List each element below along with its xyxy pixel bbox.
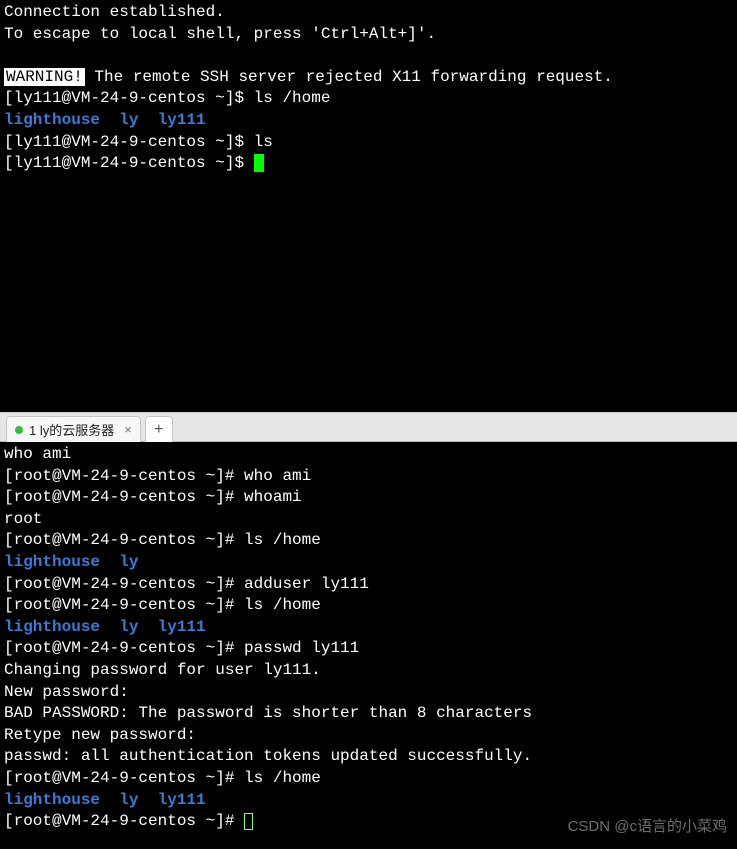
tab-server-1[interactable]: 1 ly的云服务器 × (6, 416, 141, 442)
terminal-line: lighthouse ly ly111 (4, 617, 733, 639)
terminal-line: lighthouse ly ly111 (4, 110, 733, 132)
terminal-text: [root@VM-24-9-centos ~]# adduser ly111 (4, 575, 369, 593)
terminal-text: [root@VM-24-9-centos ~]# whoami (4, 488, 302, 506)
terminal-text: Changing password for user ly111. (4, 661, 321, 679)
terminal-line: To escape to local shell, press 'Ctrl+Al… (4, 24, 733, 46)
terminal-text: lighthouse ly ly111 (4, 111, 206, 129)
terminal-line: [root@VM-24-9-centos ~]# who ami (4, 466, 733, 488)
terminal-text: [root@VM-24-9-centos ~]# ls /home (4, 596, 321, 614)
terminal-text: Retype new password: (4, 726, 206, 744)
bottom-terminal[interactable]: who ami [root@VM-24-9-centos ~]# who ami [… (0, 442, 737, 837)
terminal-text: [root@VM-24-9-centos ~]# passwd ly111 (4, 639, 359, 657)
terminal-text: lighthouse ly (4, 553, 138, 571)
terminal-line: [root@VM-24-9-centos ~]# adduser ly111 (4, 574, 733, 596)
terminal-text: BAD PASSWORD: The password is shorter th… (4, 704, 532, 722)
terminal-text: passwd: all authentication tokens update… (4, 747, 532, 765)
terminal-line: who ami (4, 444, 733, 466)
terminal-line: [root@VM-24-9-centos ~]# (4, 811, 733, 833)
cursor-icon (244, 813, 253, 830)
status-dot-icon (15, 426, 23, 434)
close-icon[interactable]: × (124, 422, 132, 437)
terminal-line: Connection established. (4, 2, 733, 24)
terminal-text: [ly111@VM-24-9-centos ~]$ ls (4, 133, 273, 151)
terminal-text: [root@VM-24-9-centos ~]# (4, 812, 244, 830)
terminal-line: root (4, 509, 733, 531)
tab-label: 1 ly的云服务器 (29, 420, 114, 439)
cursor-icon (254, 154, 264, 172)
terminal-line (4, 45, 733, 67)
terminal-line: [root@VM-24-9-centos ~]# ls /home (4, 530, 733, 552)
terminal-text: root (4, 510, 42, 528)
terminal-text: [root@VM-24-9-centos ~]# ls /home (4, 769, 321, 787)
terminal-text: WARNING! (4, 68, 85, 86)
tab-bar: 1 ly的云服务器 × + (0, 412, 737, 442)
terminal-text: New password: (4, 683, 138, 701)
top-terminal[interactable]: Connection established. To escape to loca… (0, 0, 737, 412)
terminal-line: passwd: all authentication tokens update… (4, 746, 733, 768)
terminal-text: who ami (4, 445, 71, 463)
terminal-line: BAD PASSWORD: The password is shorter th… (4, 703, 733, 725)
new-tab-button[interactable]: + (145, 416, 173, 442)
terminal-text: [root@VM-24-9-centos ~]# who ami (4, 467, 311, 485)
terminal-line: Changing password for user ly111. (4, 660, 733, 682)
terminal-line: [root@VM-24-9-centos ~]# whoami (4, 487, 733, 509)
terminal-line: Retype new password: (4, 725, 733, 747)
terminal-text: lighthouse ly ly111 (4, 618, 206, 636)
terminal-line: lighthouse ly (4, 552, 733, 574)
terminal-text: [ly111@VM-24-9-centos ~]$ (4, 154, 254, 172)
terminal-line: WARNING! The remote SSH server rejected … (4, 67, 733, 89)
terminal-line: [ly111@VM-24-9-centos ~]$ (4, 153, 733, 175)
terminal-text: [root@VM-24-9-centos ~]# ls /home (4, 531, 321, 549)
terminal-line: New password: (4, 682, 733, 704)
terminal-text: To escape to local shell, press 'Ctrl+Al… (4, 25, 436, 43)
terminal-line: [ly111@VM-24-9-centos ~]$ ls /home (4, 88, 733, 110)
terminal-text: [ly111@VM-24-9-centos ~]$ ls /home (4, 89, 330, 107)
terminal-line: [ly111@VM-24-9-centos ~]$ ls (4, 132, 733, 154)
terminal-line: lighthouse ly ly111 (4, 790, 733, 812)
terminal-text: Connection established. (4, 3, 225, 21)
terminal-text: The remote SSH server rejected X11 forwa… (85, 68, 613, 86)
terminal-text: lighthouse ly ly111 (4, 791, 206, 809)
terminal-line: [root@VM-24-9-centos ~]# passwd ly111 (4, 638, 733, 660)
terminal-line: [root@VM-24-9-centos ~]# ls /home (4, 595, 733, 617)
terminal-line: [root@VM-24-9-centos ~]# ls /home (4, 768, 733, 790)
